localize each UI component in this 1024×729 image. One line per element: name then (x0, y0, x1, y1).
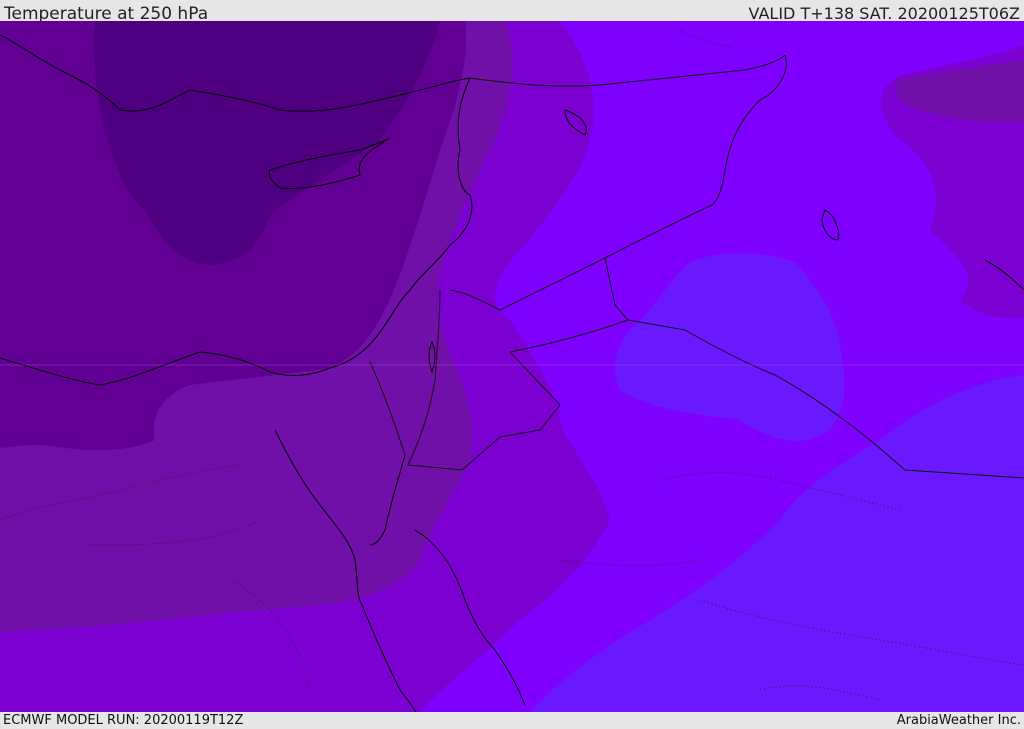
brand-credit: ArabiaWeather Inc. (896, 713, 1021, 728)
header-bar: Temperature at 250 hPa VALID T+138 SAT. … (0, 0, 1024, 24)
model-run: ECMWF MODEL RUN: 20200119T12Z (3, 713, 244, 728)
footer-bar: ECMWF MODEL RUN: 20200119T12Z ArabiaWeat… (0, 712, 1024, 729)
temperature-map[interactable] (0, 21, 1024, 712)
